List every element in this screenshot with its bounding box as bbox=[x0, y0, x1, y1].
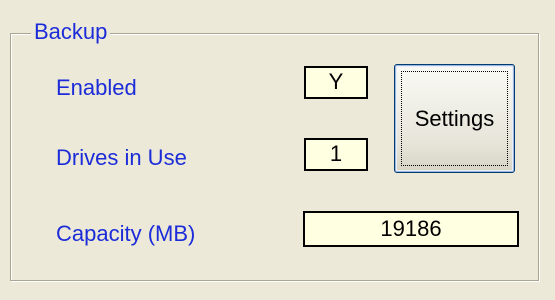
capacity-value-field: 19186 bbox=[303, 211, 519, 247]
settings-button-label: Settings bbox=[414, 105, 495, 131]
capacity-label: Capacity (MB) bbox=[56, 221, 196, 246]
enabled-value-field: Y bbox=[304, 66, 368, 99]
drives-in-use-label: Drives in Use bbox=[56, 145, 187, 170]
drives-in-use-value-field: 1 bbox=[304, 138, 368, 171]
enabled-label: Enabled bbox=[56, 75, 137, 100]
backup-group-title: Backup bbox=[31, 18, 111, 46]
settings-button[interactable]: Settings bbox=[394, 64, 515, 173]
